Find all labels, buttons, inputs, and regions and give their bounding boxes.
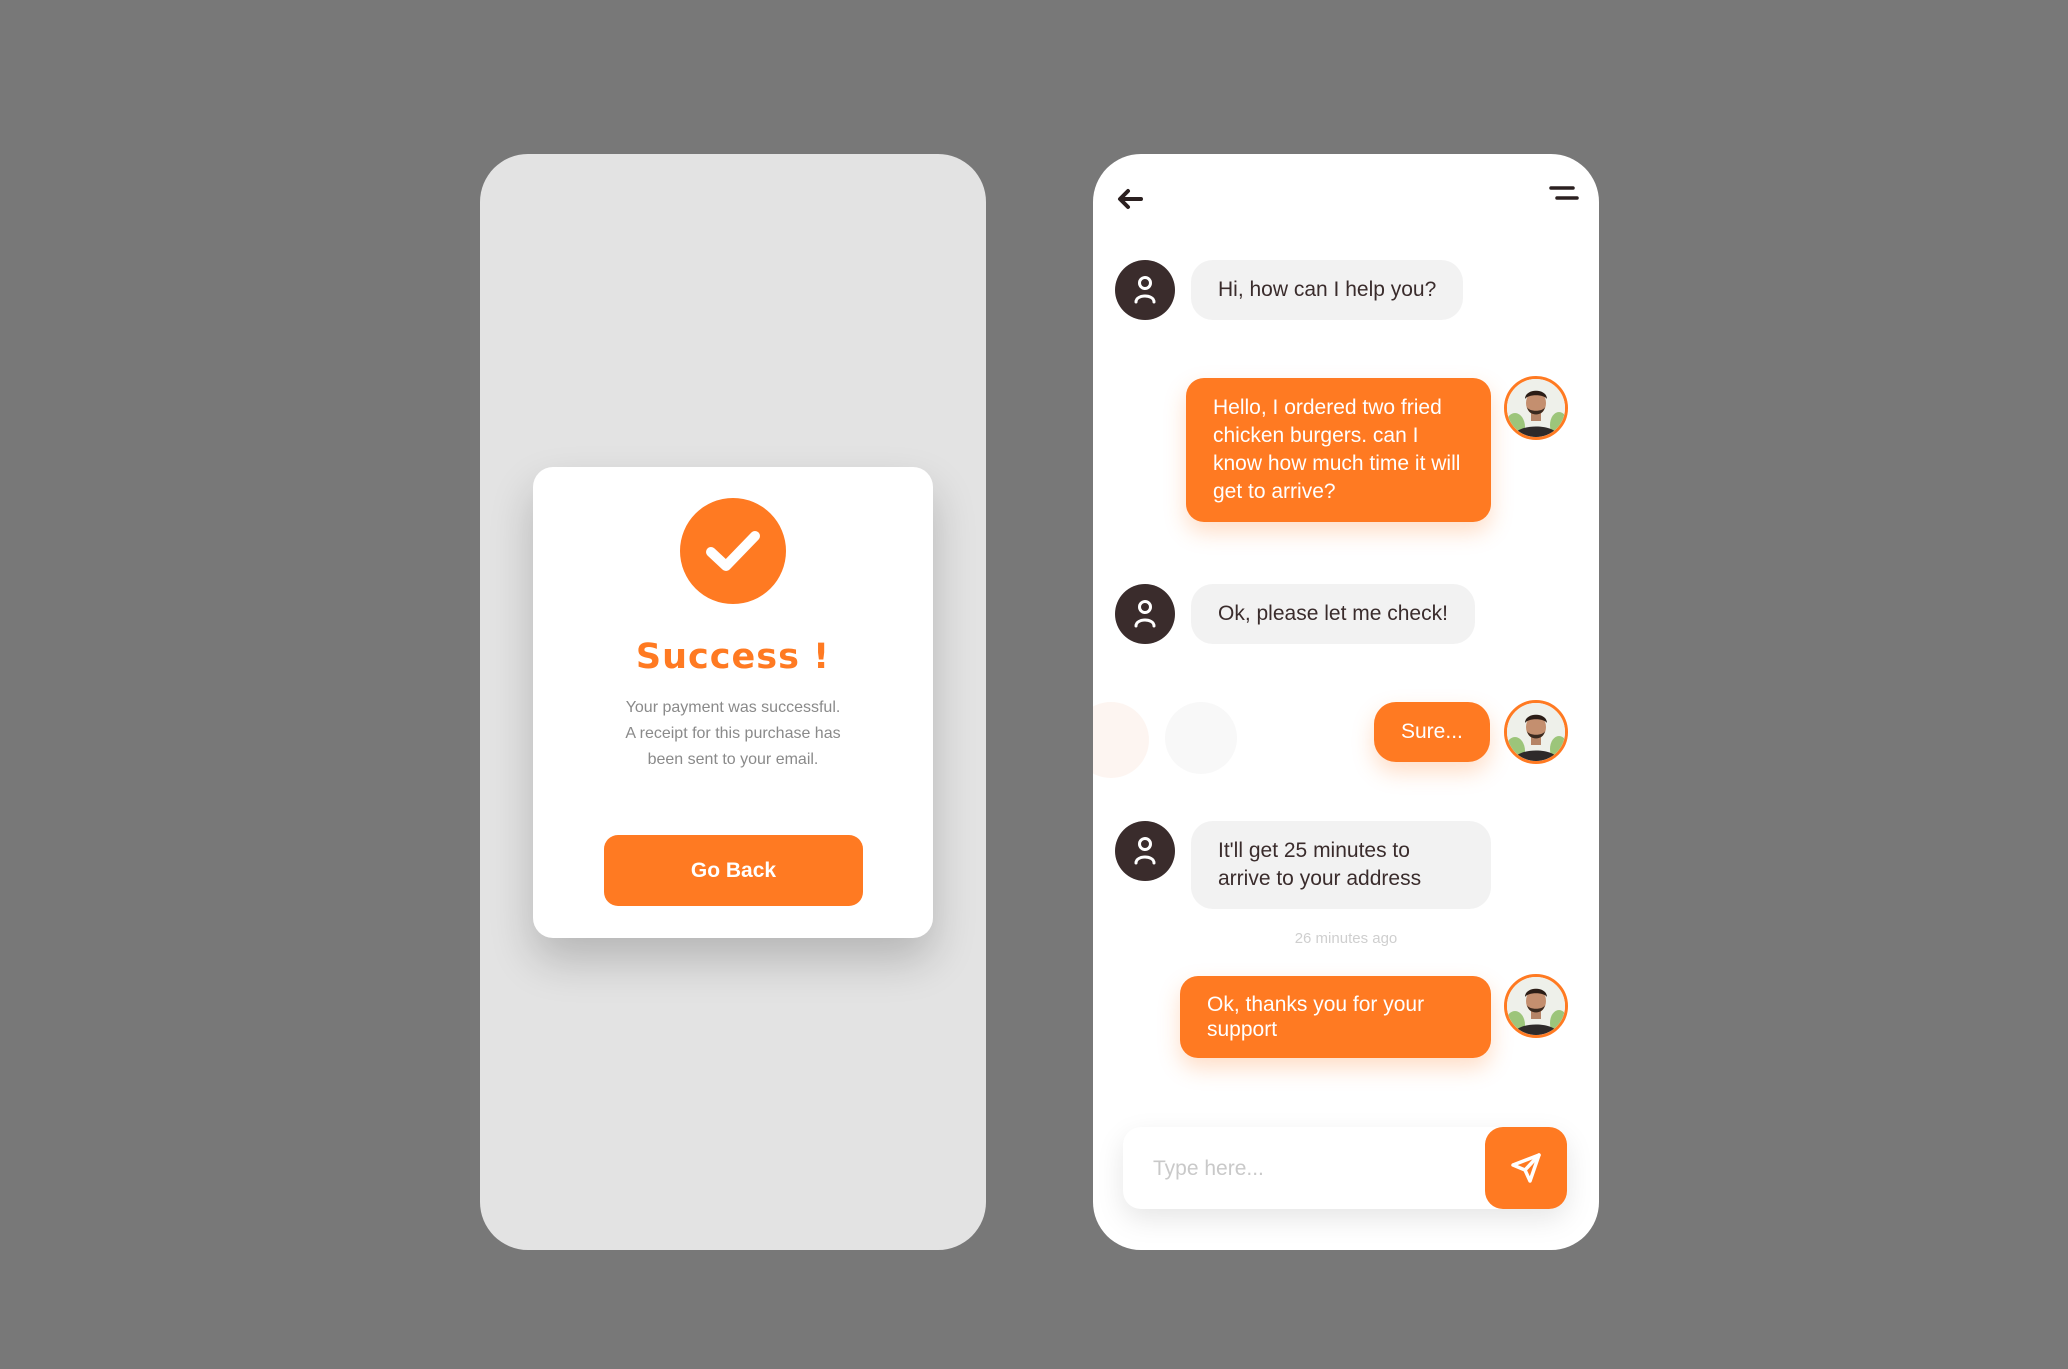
success-message-line: A receipt for this purchase has	[625, 725, 841, 742]
agent-avatar	[1115, 821, 1175, 881]
go-back-button[interactable]: Go Back	[604, 835, 863, 906]
chat-message-agent: Ok, please let me check!	[1191, 584, 1475, 644]
chat-message-user: Sure...	[1374, 702, 1490, 762]
success-message-line: Your payment was successful.	[625, 699, 841, 716]
send-button[interactable]	[1485, 1127, 1567, 1209]
agent-avatar	[1115, 584, 1175, 644]
send-icon	[1511, 1153, 1541, 1183]
agent-avatar	[1115, 260, 1175, 320]
user-avatar	[1504, 700, 1568, 764]
success-title: Success !	[635, 637, 831, 677]
chat-message-agent: Hi, how can I help you?	[1191, 260, 1464, 320]
user-avatar	[1504, 974, 1568, 1038]
chat-message-agent: It'll get 25 minutes to arrive to your a…	[1191, 821, 1491, 909]
message-composer	[1123, 1127, 1567, 1211]
user-avatar	[1504, 376, 1568, 440]
faded-decoration	[1093, 702, 1149, 778]
chat-screen: Hi, how can I help you? Hello, I ordered…	[1093, 154, 1599, 1250]
chat-message-user: Hello, I ordered two fried chicken burge…	[1186, 378, 1491, 522]
message-timestamp: 26 minutes ago	[1294, 930, 1398, 947]
success-message: Your payment was successful. A receipt f…	[583, 695, 883, 773]
success-card: Success ! Your payment was successful. A…	[533, 467, 933, 938]
back-arrow-icon[interactable]	[1113, 182, 1147, 216]
success-screen: Success ! Your payment was successful. A…	[480, 154, 986, 1250]
message-input[interactable]	[1123, 1127, 1515, 1211]
checkmark-icon	[680, 498, 786, 604]
faded-decoration	[1165, 702, 1237, 774]
success-message-line: been sent to your email.	[647, 751, 819, 768]
menu-icon[interactable]	[1549, 184, 1579, 206]
chat-message-user: Ok, thanks you for your support	[1180, 976, 1491, 1058]
